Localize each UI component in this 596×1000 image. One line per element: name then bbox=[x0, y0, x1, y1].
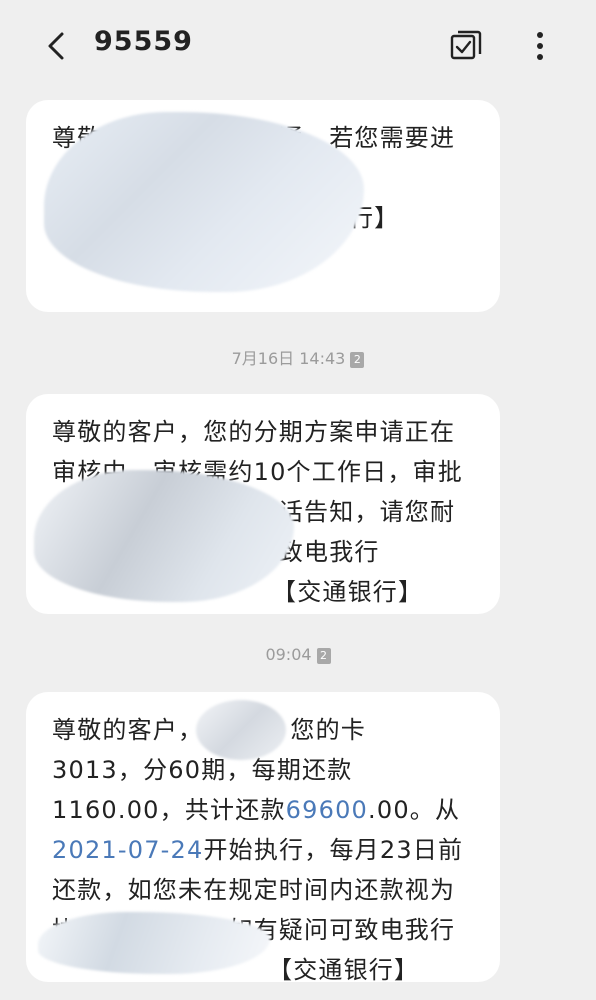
sim-2-badge: 2 bbox=[316, 648, 331, 664]
back-chevron-icon[interactable] bbox=[38, 28, 74, 64]
more-vertical-icon[interactable] bbox=[525, 28, 555, 64]
privacy-mosaic-redaction bbox=[38, 912, 270, 974]
top-bar: 95559 bbox=[0, 0, 596, 92]
amount-link[interactable]: 69600 bbox=[286, 796, 368, 824]
privacy-mosaic-redaction bbox=[44, 112, 364, 292]
conversation-title: 95559 bbox=[94, 26, 193, 57]
sim-2-badge: 2 bbox=[350, 352, 365, 368]
privacy-mosaic-redaction bbox=[196, 700, 286, 760]
message-timestamp: 7月16日 14:43 2 bbox=[0, 345, 596, 369]
privacy-mosaic-redaction bbox=[34, 470, 294, 602]
date-link[interactable]: 2021-07-24 bbox=[52, 836, 203, 864]
multi-select-icon[interactable] bbox=[448, 28, 484, 64]
message-timestamp: 09:04 2 bbox=[0, 645, 596, 664]
